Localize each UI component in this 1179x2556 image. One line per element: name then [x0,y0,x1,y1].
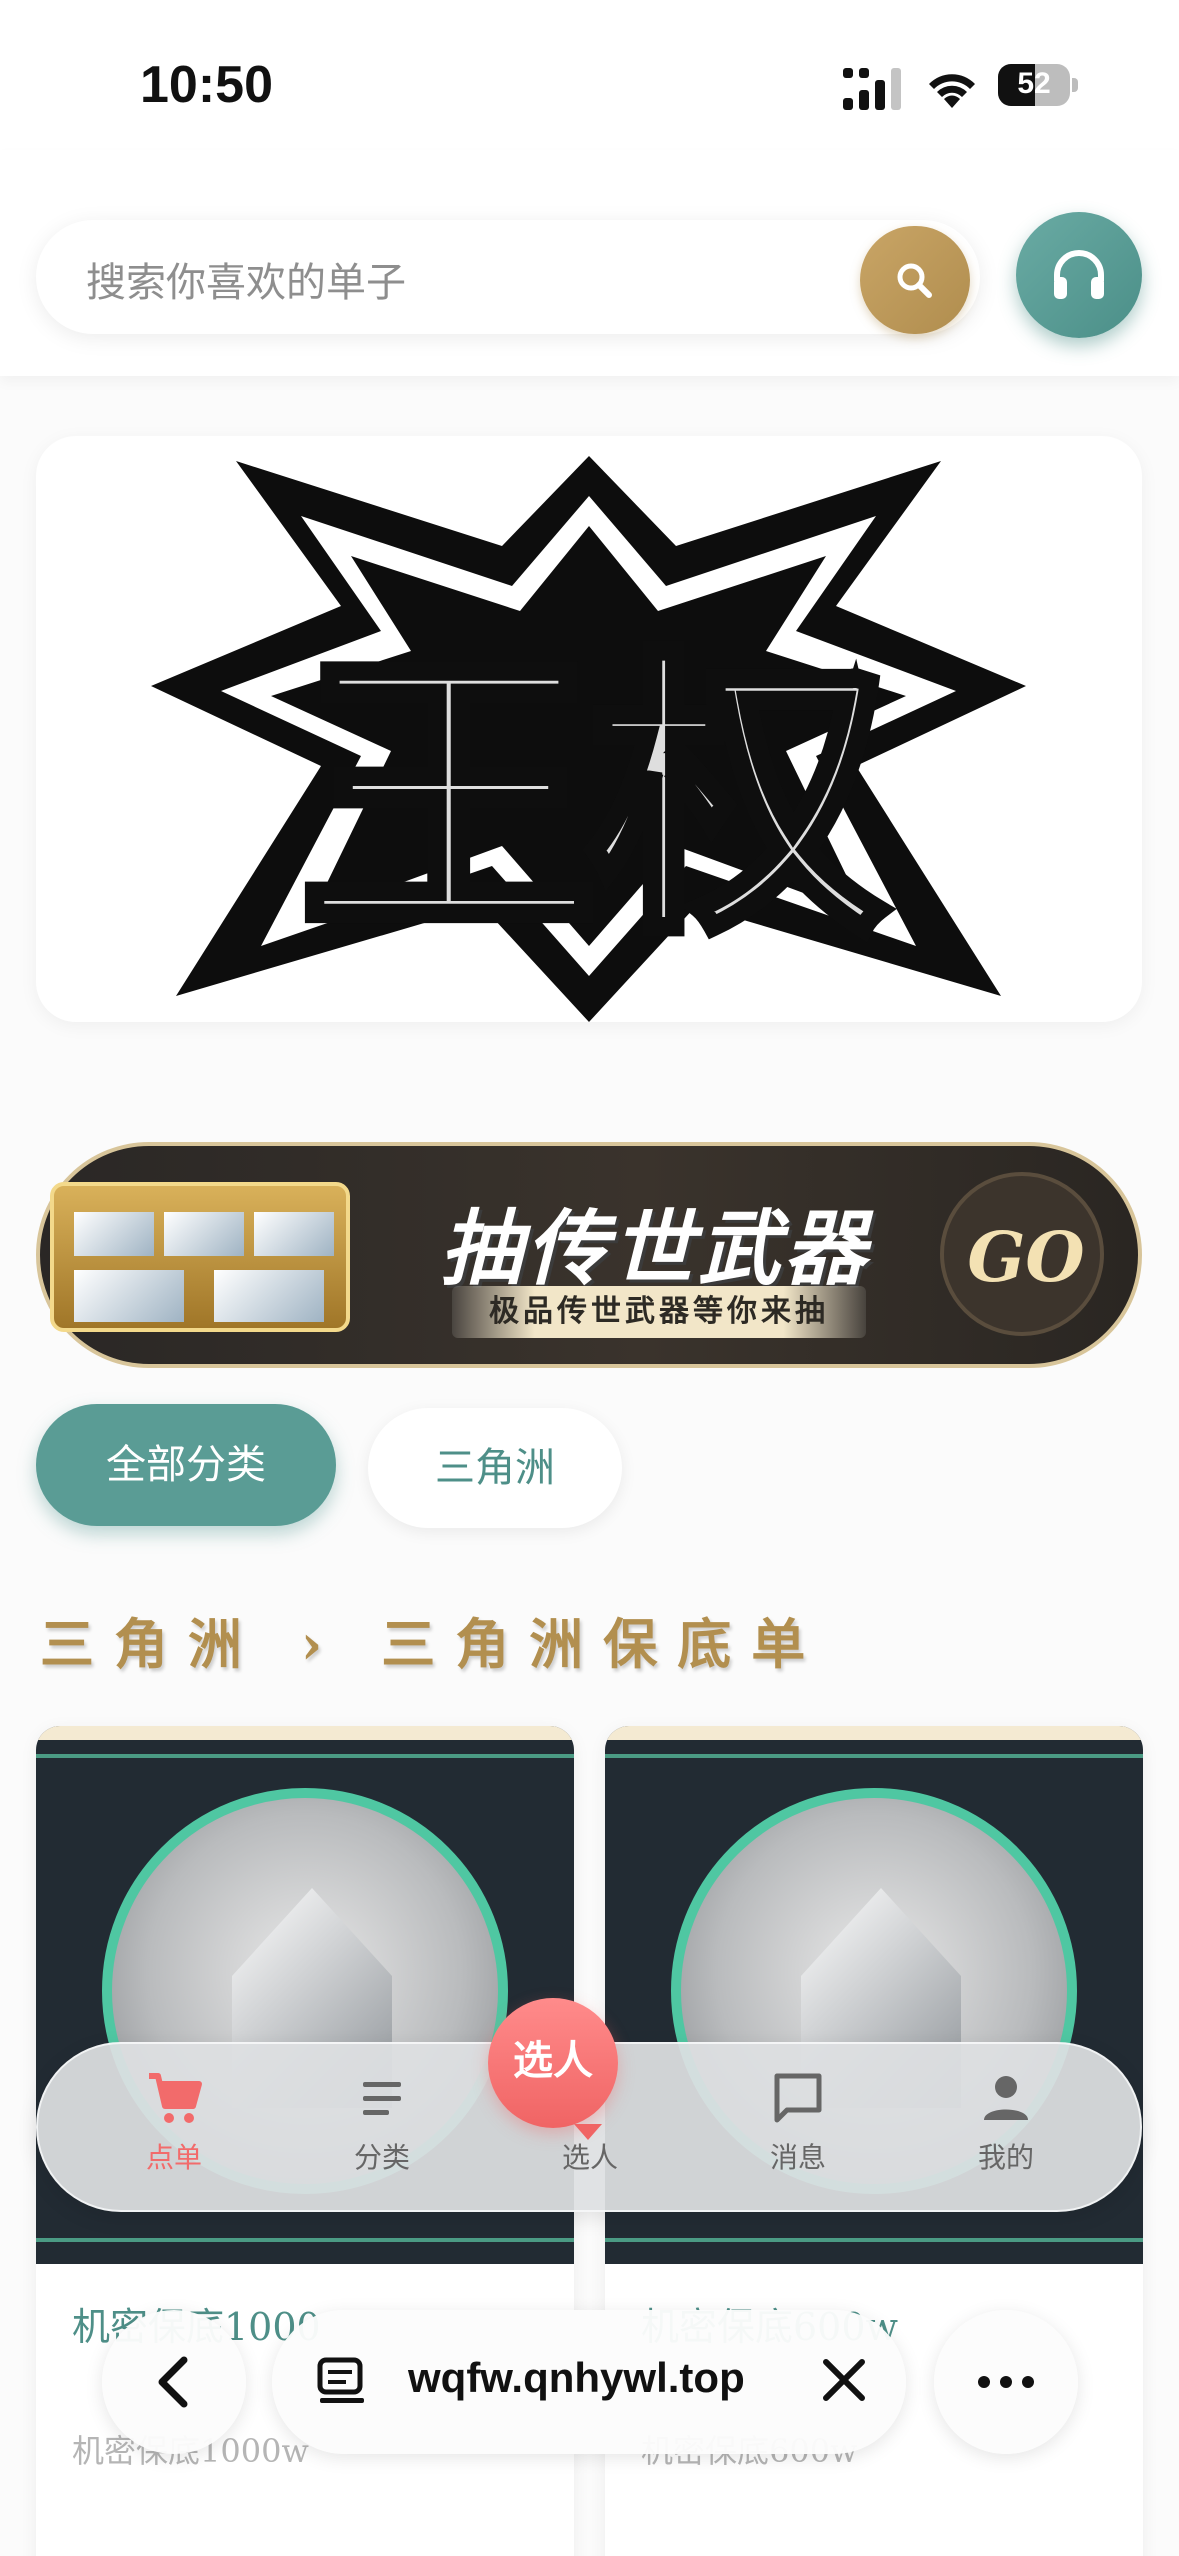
category-chip-all[interactable]: 全部分类 [36,1404,336,1526]
tab-message[interactable]: 消息 [728,2070,868,2190]
battery-level: 52 [1017,67,1051,100]
search-placeholder: 搜索你喜欢的单子 [86,260,406,306]
customer-service-button[interactable] [1016,212,1142,338]
browser-more-button[interactable] [934,2310,1078,2454]
promo-subtitle-ribbon: 极品传世武器等你来抽 [452,1286,866,1338]
search-icon [897,263,932,298]
promo-title: 抽传世武器 [440,1201,870,1297]
tab-mine[interactable]: 我的 [936,2070,1076,2190]
browser-back-button[interactable] [102,2310,246,2454]
tab-mine-label: 我的 [977,2141,1034,2174]
browser-url-bar[interactable]: wqfw.qnhywl.top [272,2310,906,2454]
close-icon[interactable] [820,2356,868,2404]
message-icon [774,2073,822,2123]
headphones-icon [1054,250,1104,299]
section-title: 三角洲 › 三角洲保底单 [40,1612,826,1676]
pick-bubble-button[interactable]: 选人 [488,1998,618,2128]
promo-banner[interactable]: 抽传世武器 极品传世武器等你来抽 GO [36,1142,1142,1368]
banner-logo-text: 王权 [294,616,894,979]
tab-message-label: 消息 [769,2141,826,2174]
status-time: 10:50 [140,56,273,114]
tab-pick-label: 选人 [561,2141,618,2174]
main-banner[interactable]: 王权 [36,436,1142,1022]
tab-order[interactable]: 点单 [104,2070,244,2190]
cellular-signal-icon [843,68,901,110]
category-chip-delta-force[interactable]: 三角洲 [368,1408,622,1528]
header: 搜索你喜欢的单子 [0,150,1179,376]
page-menu-icon [317,2357,364,2403]
tab-order-label: 点单 [145,2141,202,2174]
wifi-icon [929,74,975,108]
browser-url-text: wqfw.qnhywl.top [408,2354,745,2401]
list-icon [363,2082,401,2115]
chevron-left-icon [158,2356,188,2408]
search-input[interactable]: 搜索你喜欢的单子 [36,220,980,334]
more-dots-icon [978,2376,1034,2388]
promo-go-label: GO [967,1218,1085,1298]
cart-icon [149,2073,202,2123]
search-button[interactable] [860,226,970,334]
promo-go-button[interactable]: GO [940,1172,1104,1336]
pick-bubble-label: 选人 [513,2038,593,2084]
status-bar: 10:50 52 [0,0,1179,150]
tab-category-label: 分类 [353,2141,410,2174]
pick-bubble-tail [574,2124,602,2140]
battery-icon: 52 [998,64,1078,106]
promo-subtitle: 极品传世武器等你来抽 [489,1294,829,1329]
tab-category[interactable]: 分类 [312,2070,452,2190]
user-icon [984,2076,1028,2120]
treasure-chest-icon [50,1182,350,1332]
